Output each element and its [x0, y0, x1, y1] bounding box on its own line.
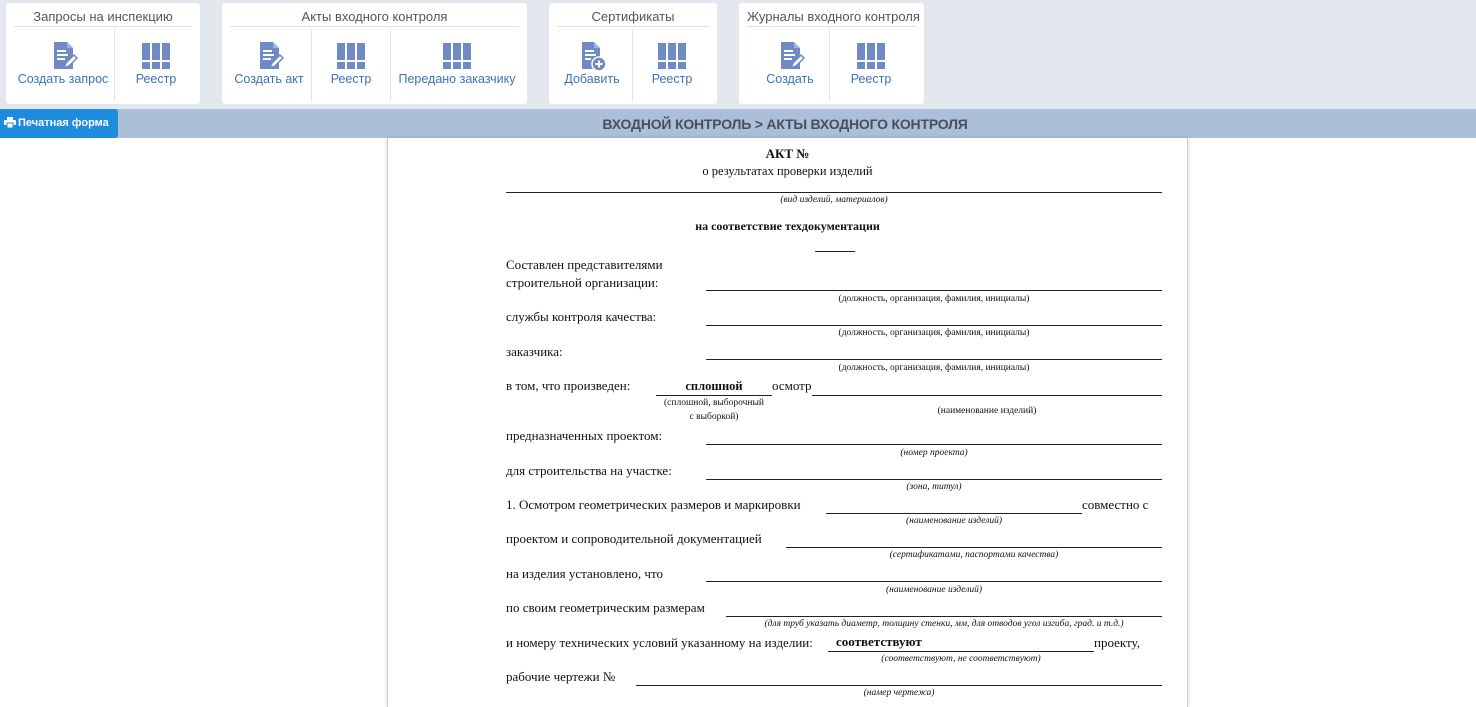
- registry-label: Реестр: [135, 72, 177, 86]
- registry-button[interactable]: Реестр: [116, 28, 196, 103]
- text-line: строительной организации:: [506, 275, 659, 290]
- text-line: проектом и сопроводительной документацие…: [506, 531, 762, 546]
- group-input-control-acts: Акты входного контроля Создать акт Реест…: [222, 3, 527, 104]
- field-caption: с выборкой): [689, 412, 739, 422]
- registry-icon: [855, 40, 887, 72]
- conformance-value: соответствуют: [836, 634, 922, 649]
- create-act-label: Создать акт: [234, 72, 304, 86]
- text-line: 1. Осмотром геометрических размеров и ма…: [506, 497, 801, 512]
- underline: [815, 251, 855, 252]
- text-line: осмотр: [772, 378, 812, 393]
- underline: [706, 581, 1162, 582]
- edit-document-icon: [47, 40, 79, 72]
- divider: [390, 29, 391, 101]
- underline: [506, 192, 1162, 193]
- field-caption: (должность, организация, фамилия, инициа…: [838, 294, 1030, 304]
- registry-button[interactable]: Реестр: [312, 28, 390, 103]
- field-caption: (соответствуют, не соответствуют): [881, 654, 1041, 664]
- registry-icon: [335, 40, 367, 72]
- text-line: и номеру технических условий указанному …: [506, 635, 813, 650]
- text-line: заказчика:: [506, 344, 563, 359]
- field-caption: (сплошной, выборочный: [664, 398, 764, 408]
- field-caption: (номер проекта): [900, 448, 968, 458]
- field-caption: (для труб указать диаметр, толщину стенк…: [764, 619, 1124, 629]
- divider: [829, 29, 830, 101]
- group-title: Журналы входного контроля: [747, 8, 920, 27]
- underline: [706, 290, 1162, 291]
- field-caption: (наименование изделий): [905, 516, 1003, 526]
- underline: [636, 685, 1162, 686]
- add-certificate-button[interactable]: Добавить: [553, 28, 631, 103]
- underline: [828, 651, 1094, 652]
- registry-icon: [441, 40, 473, 72]
- text-line: предназначенных проектом:: [506, 428, 663, 443]
- act-title: АКТ №: [765, 146, 810, 161]
- field-caption: (зона, титул): [906, 482, 962, 492]
- field-caption: (должность, организация, фамилия, инициа…: [838, 363, 1030, 373]
- create-journal-label: Создать: [766, 72, 814, 86]
- group-control-journals: Журналы входного контроля Создать Реестр: [739, 3, 924, 104]
- create-request-button[interactable]: Создать запрос: [10, 28, 116, 103]
- act-heading: на соответствие техдокументации: [695, 219, 880, 233]
- registry-icon: [140, 40, 172, 72]
- underline: [786, 547, 1162, 548]
- underline: [726, 616, 1162, 617]
- text-line: по своим геометрическим размерам: [506, 600, 705, 615]
- page-title: ВХОДНОЙ КОНТРОЛЬ > АКТЫ ВХОДНОГО КОНТРОЛ…: [602, 116, 968, 132]
- registry-label: Реестр: [330, 72, 372, 86]
- registry-button[interactable]: Реестр: [831, 28, 911, 103]
- print-form-label: Печатная форма: [18, 117, 109, 129]
- text-line: Составлен представителями: [506, 257, 663, 272]
- registry-label: Реестр: [651, 72, 693, 86]
- field-caption: (наименование изделий): [885, 585, 983, 595]
- group-title: Сертификаты: [557, 8, 709, 27]
- field-caption: (вид изделий, материалов): [780, 195, 888, 205]
- underline: [826, 513, 1082, 514]
- text-line: рабочие чертежи №: [506, 669, 616, 684]
- underline: [812, 395, 1162, 396]
- ribbon-toolbar: Запросы на инспекцию Создать запрос Реес…: [0, 0, 1476, 109]
- divider: [114, 29, 115, 101]
- printer-icon: [4, 117, 16, 129]
- group-title: Акты входного контроля: [230, 8, 519, 27]
- text-line: службы контроля качества:: [506, 309, 657, 324]
- text-line: на изделия установлено, что: [506, 566, 663, 581]
- group-inspection-requests: Запросы на инспекцию Создать запрос Реес…: [6, 3, 200, 104]
- edit-document-icon: [253, 40, 285, 72]
- inspection-value: сплошной: [685, 379, 743, 393]
- group-certificates: Сертификаты Добавить Реестр: [549, 3, 717, 104]
- underline: [706, 444, 1162, 445]
- add-certificate-label: Добавить: [564, 72, 620, 86]
- registry-button[interactable]: Реестр: [633, 28, 711, 103]
- add-document-icon: [576, 40, 608, 72]
- registry-icon: [656, 40, 688, 72]
- document-preview: АКТ № о результатах проверки изделий (ви…: [387, 138, 1188, 707]
- create-journal-button[interactable]: Создать: [751, 28, 829, 103]
- act-subtitle: о результатах проверки изделий: [702, 164, 873, 178]
- sent-to-customer-button[interactable]: Передано заказчику: [392, 28, 522, 103]
- field-caption: (наименование изделий): [937, 406, 1037, 416]
- create-act-button[interactable]: Создать акт: [228, 28, 310, 103]
- text-line: для строительства на участке:: [506, 463, 672, 478]
- underline: [706, 479, 1162, 480]
- text-line: совместно с: [1082, 497, 1149, 512]
- field-caption: (намер чертежа): [863, 688, 935, 698]
- underline: [706, 325, 1162, 326]
- create-request-label: Создать запрос: [17, 72, 109, 86]
- print-form-button[interactable]: Печатная форма: [0, 109, 118, 138]
- registry-label: Реестр: [850, 72, 892, 86]
- group-title: Запросы на инспекцию: [14, 8, 192, 27]
- edit-document-icon: [774, 40, 806, 72]
- field-caption: (сертификатами, паспортами качества): [889, 550, 1059, 560]
- text-line: проекту,: [1094, 635, 1140, 650]
- sent-to-customer-label: Передано заказчику: [398, 72, 516, 86]
- underline: [656, 395, 772, 396]
- field-caption: (должность, организация, фамилия, инициа…: [838, 328, 1030, 338]
- underline: [706, 359, 1162, 360]
- text-line: в том, что произведен:: [506, 378, 631, 393]
